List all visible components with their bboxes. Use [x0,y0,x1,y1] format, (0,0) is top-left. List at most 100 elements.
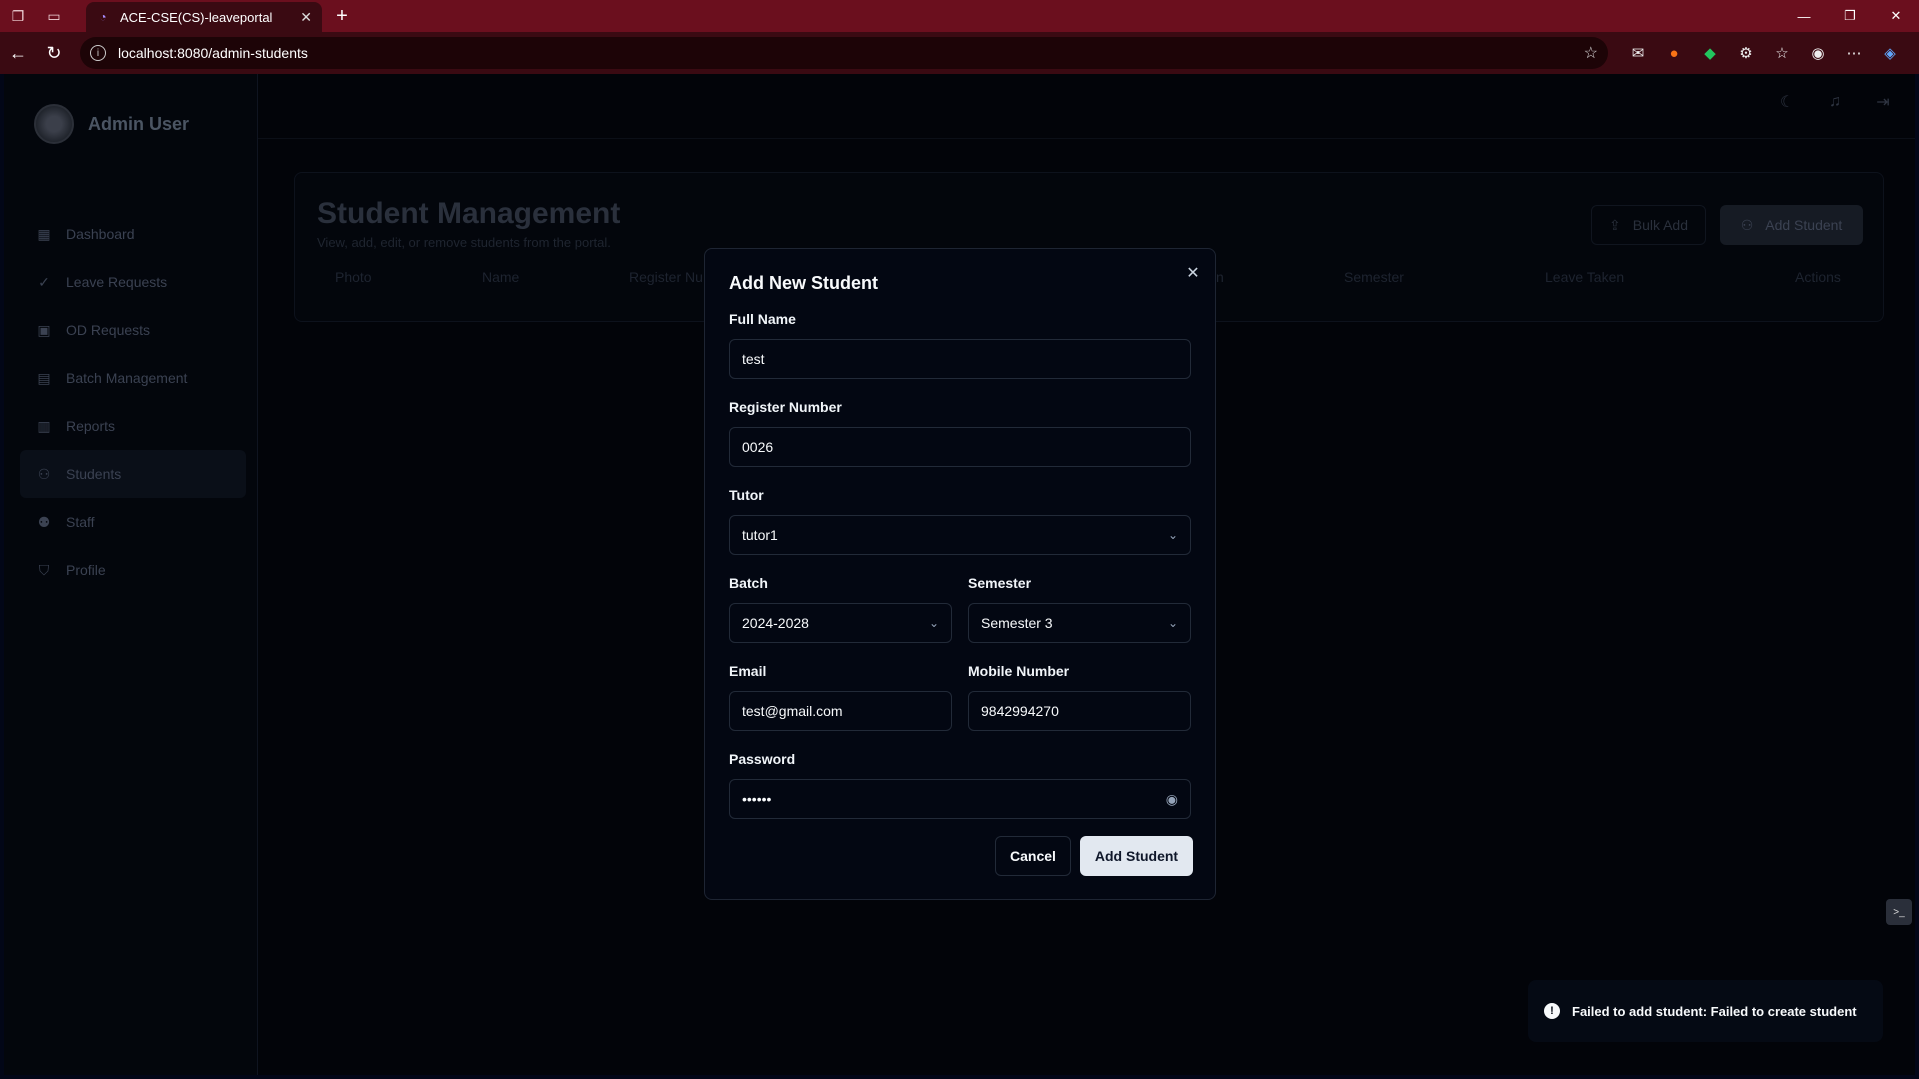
close-tab-icon[interactable]: ✕ [300,9,312,26]
semester-value: Semester 3 [981,615,1053,631]
window-controls: — ❐ ✕ [1781,0,1919,32]
sidebar-item-label: Reports [66,418,116,434]
add-student-button[interactable]: ⚇ Add Student [1720,205,1863,245]
column-actions: Actions [1795,269,1841,285]
batch-value: 2024-2028 [742,615,809,631]
clipboard-icon: ▥ [37,417,51,434]
sidebar-item-label: Leave Requests [66,274,168,290]
add-student-dialog: Add New Student ✕ Full Name test Registe… [704,248,1216,900]
chevron-down-icon: ⌄ [1167,528,1178,542]
register-number-input[interactable]: 0026 [729,427,1191,467]
user-cog-icon: ⚉ [37,513,51,530]
sidebar-item-label: Students [66,466,122,482]
favorites-icon[interactable]: ☆ [1766,38,1798,68]
sidebar-item-reports[interactable]: ▥ Reports [20,402,246,450]
tutor-value: tutor1 [742,527,778,543]
calendar-icon: ▤ [37,369,51,386]
bulk-add-button[interactable]: ⇪ Bulk Add [1591,205,1706,245]
theme-toggle-icon[interactable]: ☾ [1777,92,1797,112]
bulk-add-label: Bulk Add [1632,217,1688,233]
profile-avatar-icon[interactable]: ◉ [1802,38,1834,68]
column-leave-taken: Leave Taken [1545,269,1625,285]
sidebar: Admin User ▦ Dashboard ✓ Leave Requests … [4,74,258,1075]
tab-title: ACE-CSE(CS)-leaveportal [120,9,273,25]
sidebar-item-dashboard[interactable]: ▦ Dashboard [20,210,246,258]
new-tab-button[interactable]: + [330,4,354,28]
register-number-label: Register Number [729,399,842,415]
address-bar[interactable]: i localhost:8080/admin-students ☆ [80,37,1608,69]
extension-mail-icon[interactable]: ✉ [1622,38,1654,68]
close-window-icon[interactable]: ✕ [1873,0,1919,32]
extensions-toolbar: ✉ ● ◆ ⚙ ☆ ◉ ⋯ ◈ [1622,38,1906,68]
grid-icon: ▦ [37,225,51,242]
site-info-icon[interactable]: i [90,45,106,61]
eye-icon[interactable]: ◉ [1166,791,1178,808]
toast-message: Failed to add student: Failed to create … [1572,1003,1857,1019]
mobile-number-field[interactable]: 9842994270 [968,691,1191,731]
users-icon: ⚇ [37,465,51,482]
semester-select[interactable]: Semester 3 ⌄ [968,603,1191,643]
logout-icon[interactable]: ⇥ [1873,92,1893,112]
sidebar-item-batch-management[interactable]: ▤ Batch Management [20,354,246,402]
favorite-star-icon[interactable]: ☆ [1584,43,1598,63]
error-toast: ! Failed to add student: Failed to creat… [1528,980,1883,1042]
password-field[interactable]: •••••• ◉ [729,779,1191,819]
add-student-submit-button[interactable]: Add Student [1080,836,1193,876]
mobile-number-value: 9842994270 [981,703,1059,719]
full-name-input[interactable]: test [729,339,1191,379]
email-label: Email [729,663,767,679]
reload-icon[interactable]: ↻ [36,35,72,71]
sidebar-item-label: Staff [66,514,95,530]
chevron-down-icon: ⌄ [928,616,939,630]
user-plus-icon: ⚇ [1740,216,1754,233]
page-title: Student Management [317,197,621,230]
tutor-label: Tutor [729,487,764,503]
header-actions: ☾ ♫ ⇥ [1777,92,1893,112]
extensions-puzzle-icon[interactable]: ⚙ [1730,38,1762,68]
header-divider [258,138,1915,139]
password-value: •••••• [742,791,772,807]
alert-icon: ! [1544,1003,1560,1019]
sidebar-item-profile[interactable]: ⛉ Profile [20,546,246,594]
workspaces-icon[interactable]: ❐ [0,0,36,32]
minimize-icon[interactable]: — [1781,0,1827,32]
dialog-title: Add New Student [729,273,878,293]
cancel-button[interactable]: Cancel [995,836,1071,876]
more-menu-icon[interactable]: ⋯ [1838,38,1870,68]
url-text[interactable]: localhost:8080/admin-students [118,45,1584,61]
extension-orange-icon[interactable]: ● [1658,38,1690,68]
restore-icon[interactable]: ❐ [1827,0,1873,32]
tutor-select[interactable]: tutor1 ⌄ [729,515,1191,555]
copilot-icon[interactable]: ◈ [1874,38,1906,68]
password-label: Password [729,751,796,767]
full-name-label: Full Name [729,311,796,327]
sidebar-item-staff[interactable]: ⚉ Staff [20,498,246,546]
full-name-value: test [742,351,765,367]
notification-bell-icon[interactable]: ♫ [1825,92,1845,112]
sidebar-item-leave-requests[interactable]: ✓ Leave Requests [20,258,246,306]
register-number-value: 0026 [742,439,774,455]
sidebar-profile: Admin User [34,104,189,144]
sidebar-menu: ▦ Dashboard ✓ Leave Requests ▣ OD Reques… [20,210,246,594]
column-semester: Semester [1344,269,1404,285]
tab-actions-icon[interactable]: ▭ [36,0,72,32]
page-subtitle: View, add, edit, or remove students from… [317,235,611,250]
batch-select[interactable]: 2024-2028 ⌄ [729,603,952,643]
close-icon[interactable]: ✕ [1183,263,1203,283]
browser-tab[interactable]: ◔ ACE-CSE(CS)-leaveportal ✕ [86,2,322,32]
batch-label: Batch [729,575,768,591]
sidebar-item-label: Dashboard [66,226,135,242]
column-name: Name [482,269,520,285]
back-icon[interactable]: ← [0,35,36,71]
email-field[interactable]: test@gmail.com [729,691,952,731]
extension-green-icon[interactable]: ◆ [1694,38,1726,68]
dev-tools-icon[interactable]: >_ [1886,899,1912,925]
column-register-number: Register Nu [629,269,703,285]
chevron-down-icon: ⌄ [1167,616,1178,630]
sidebar-item-od-requests[interactable]: ▣ OD Requests [20,306,246,354]
admin-user-name: Admin User [88,113,190,134]
semester-label: Semester [968,575,1032,591]
sidebar-item-students[interactable]: ⚇ Students [20,450,246,498]
browser-tab-bar: ❐ ▭ ◔ ACE-CSE(CS)-leaveportal ✕ + — ❐ ✕ [0,0,1919,32]
column-partial: n [1216,269,1224,285]
